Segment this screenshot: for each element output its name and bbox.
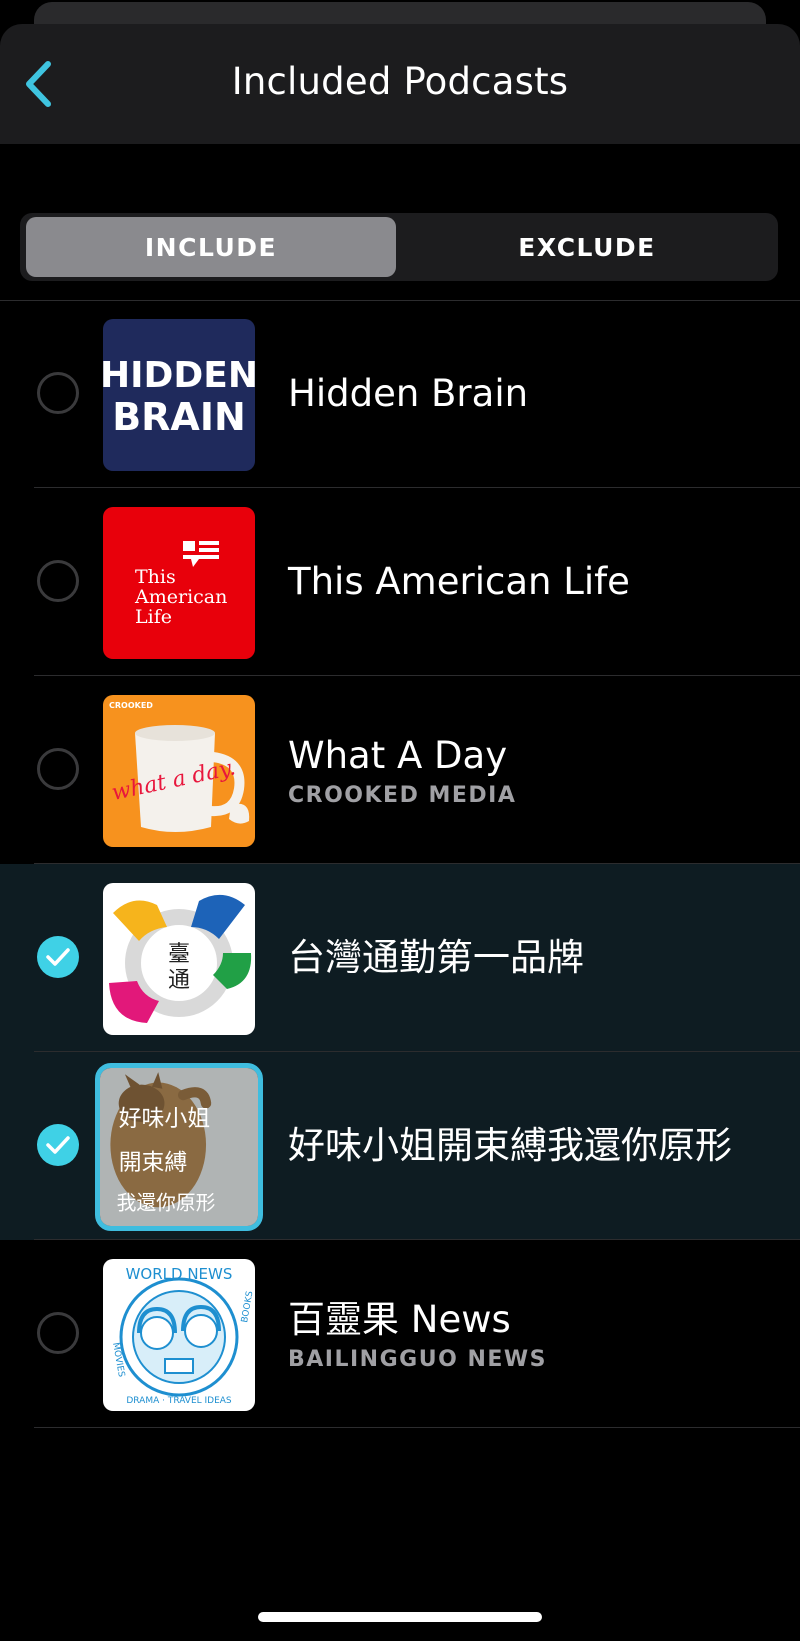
podcast-name: 台灣通勤第一品牌: [288, 936, 584, 979]
art-text: 我還你原形: [117, 1191, 216, 1214]
podcast-artwork: CROOKED what a day.: [103, 695, 255, 847]
podcast-list: HIDDEN BRAIN Hidden Brain This American …: [0, 300, 800, 1428]
podcast-artwork: 好味小姐 開束縛 我還你原形: [95, 1063, 263, 1231]
art-text: American: [134, 586, 227, 608]
exclude-segment[interactable]: EXCLUDE: [402, 217, 772, 277]
radio-unchecked-icon[interactable]: [37, 1312, 79, 1354]
art-text: 好味小姐: [119, 1106, 210, 1132]
art-text: 臺: [168, 942, 190, 967]
nav-header: Included Podcasts: [0, 24, 800, 144]
art-text: Life: [135, 606, 172, 628]
podcast-name: This American Life: [288, 560, 630, 603]
checkmark-icon[interactable]: [37, 936, 79, 978]
podcast-row-hidden-brain[interactable]: HIDDEN BRAIN Hidden Brain: [0, 300, 800, 488]
art-text: DRAMA · TRAVEL IDEAS: [126, 1396, 232, 1406]
art-text: This: [135, 566, 176, 588]
art-text: BRAIN: [112, 395, 246, 439]
podcast-name: Hidden Brain: [288, 372, 529, 415]
podcast-name: 百靈果 News: [288, 1297, 511, 1341]
podcast-name: 好味小姐開束縛我還你原形: [288, 1124, 732, 1167]
podcast-artwork: HIDDEN BRAIN: [103, 319, 255, 471]
include-exclude-control: INCLUDE EXCLUDE: [20, 213, 778, 281]
art-text: WORLD NEWS: [126, 1265, 233, 1283]
radio-unchecked-icon[interactable]: [37, 372, 79, 414]
podcast-name: What A Day: [288, 733, 508, 777]
podcast-artwork: WORLD NEWS MOVIES BOOKS DRAMA · TRAVEL I…: [103, 1259, 255, 1411]
podcast-artwork: 臺 通: [103, 883, 255, 1035]
podcast-row-haowei-xiaojie[interactable]: 好味小姐 開束縛 我還你原形 好味小姐開束縛我還你原形: [0, 1052, 800, 1240]
page-title: Included Podcasts: [231, 60, 569, 103]
podcast-row-bailingguo-news[interactable]: WORLD NEWS MOVIES BOOKS DRAMA · TRAVEL I…: [0, 1240, 800, 1428]
art-text: CROOKED: [109, 701, 153, 710]
podcast-row-this-american-life[interactable]: This American Life This American Life: [0, 488, 800, 676]
podcast-publisher: BAILINGGUO NEWS: [288, 1346, 547, 1372]
art-text: 通: [168, 968, 190, 993]
radio-unchecked-icon[interactable]: [37, 560, 79, 602]
podcast-artwork: This American Life: [103, 507, 255, 659]
home-indicator[interactable]: [258, 1612, 542, 1622]
art-text: HIDDEN: [103, 355, 255, 396]
podcast-publisher: CROOKED MEDIA: [288, 782, 517, 808]
art-text: 開束縛: [119, 1150, 188, 1176]
include-segment[interactable]: INCLUDE: [26, 217, 396, 277]
checkmark-icon[interactable]: [37, 1124, 79, 1166]
podcast-row-taiwan-commute[interactable]: 臺 通 台灣通勤第一品牌: [0, 864, 800, 1052]
podcast-row-what-a-day[interactable]: CROOKED what a day. What A Day CROOKED M…: [0, 676, 800, 864]
radio-unchecked-icon[interactable]: [37, 748, 79, 790]
